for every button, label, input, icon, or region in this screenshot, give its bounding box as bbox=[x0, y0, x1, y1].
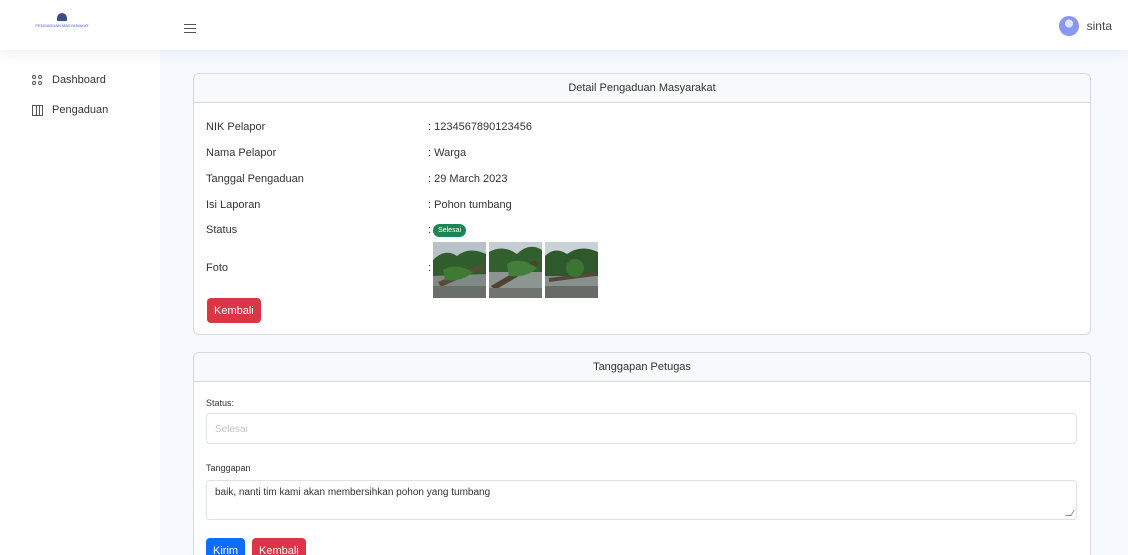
report-photo-3[interactable] bbox=[545, 242, 598, 298]
response-card: Tanggapan Petugas Status: Selesai Tangga… bbox=[193, 352, 1091, 555]
detail-value-prefix: : bbox=[428, 224, 432, 236]
detail-key: Tanggal Pengaduan bbox=[206, 173, 304, 185]
grid-icon bbox=[32, 74, 43, 86]
detail-row-foto: Foto : bbox=[206, 260, 431, 276]
detail-row-status: Status : Selesai bbox=[206, 222, 467, 238]
detail-value: : Warga bbox=[428, 147, 467, 159]
logo-text: PENGADUAN MASYARAKAT bbox=[35, 23, 89, 28]
back-button[interactable]: Kembali bbox=[207, 298, 261, 323]
tanggapan-textarea[interactable]: baik, nanti tim kami akan membersihkan p… bbox=[206, 480, 1077, 520]
sidebar: Dashboard Pengaduan bbox=[0, 50, 160, 555]
avatar bbox=[1058, 16, 1079, 36]
submit-button[interactable]: Kirim bbox=[206, 538, 246, 555]
detail-value: : 29 March 2023 bbox=[428, 173, 508, 185]
detail-value: : 1234567890123456 bbox=[428, 121, 532, 133]
detail-key: Nama Pelapor bbox=[206, 147, 277, 159]
detail-row-nik: NIK Pelapor : 1234567890123456 bbox=[206, 119, 532, 135]
detail-value-prefix: : bbox=[428, 262, 432, 274]
tanggapan-text: baik, nanti tim kami akan membersihkan p… bbox=[215, 487, 491, 498]
menu-toggle-icon[interactable] bbox=[184, 24, 196, 33]
detail-key: Status bbox=[206, 224, 238, 236]
report-photo-2[interactable] bbox=[489, 242, 542, 298]
detail-value: : Pohon tumbang bbox=[428, 199, 512, 211]
logo-mark bbox=[57, 13, 67, 21]
detail-key: NIK Pelapor bbox=[206, 121, 266, 133]
resize-grip-icon[interactable] bbox=[1065, 510, 1075, 516]
detail-card: Detail Pengaduan Masyarakat NIK Pelapor … bbox=[193, 73, 1091, 335]
sidebar-item-pengaduan[interactable]: Pengaduan bbox=[32, 102, 108, 118]
sidebar-item-label: Dashboard bbox=[52, 74, 106, 86]
detail-key: Foto bbox=[206, 262, 229, 274]
sidebar-item-label: Pengaduan bbox=[52, 104, 109, 116]
detail-card-title: Detail Pengaduan Masyarakat bbox=[194, 74, 1090, 103]
report-photo-1[interactable] bbox=[433, 242, 486, 298]
user-profile-menu[interactable]: sinta bbox=[1058, 14, 1112, 38]
sidebar-item-dashboard[interactable]: Dashboard bbox=[32, 72, 106, 88]
status-input[interactable]: Selesai bbox=[206, 413, 1077, 444]
tanggapan-field-label: Tanggapan bbox=[206, 463, 251, 473]
app-logo[interactable]: PENGADUAN MASYARAKAT bbox=[35, 13, 89, 37]
profile-name: sinta bbox=[1086, 19, 1112, 33]
status-field-label: Status: bbox=[206, 398, 235, 408]
detail-row-nama: Nama Pelapor : Warga bbox=[206, 145, 466, 161]
table-icon bbox=[32, 104, 43, 116]
detail-key: Isi Laporan bbox=[206, 199, 261, 211]
response-card-title: Tanggapan Petugas bbox=[194, 353, 1090, 382]
detail-row-isi: Isi Laporan : Pohon tumbang bbox=[206, 197, 512, 213]
back-button-2[interactable]: Kembali bbox=[252, 538, 306, 555]
detail-row-tanggal: Tanggal Pengaduan : 29 March 2023 bbox=[206, 171, 508, 187]
status-badge: Selesai bbox=[433, 223, 467, 237]
top-header: PENGADUAN MASYARAKAT sinta bbox=[0, 0, 1128, 50]
